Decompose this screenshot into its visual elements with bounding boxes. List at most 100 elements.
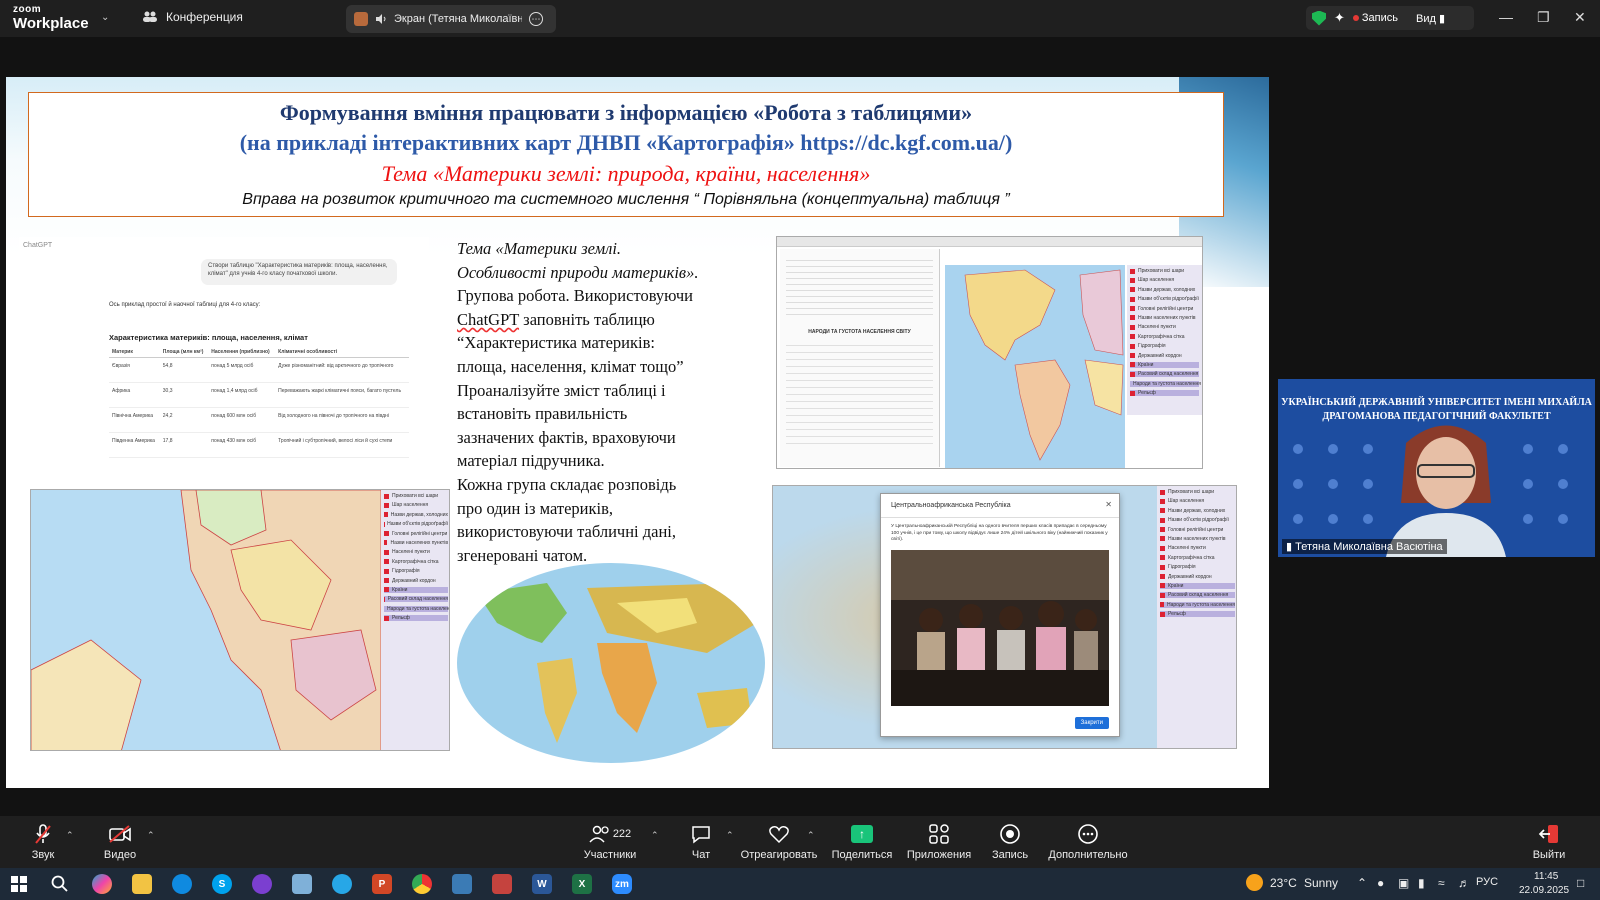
- microphone-icon[interactable]: ●: [1377, 876, 1384, 890]
- skype-icon[interactable]: S: [212, 874, 232, 894]
- battery-icon[interactable]: ▮: [1418, 876, 1425, 890]
- file-explorer-icon[interactable]: [132, 874, 152, 894]
- telegram-icon[interactable]: [332, 874, 352, 894]
- legend-item[interactable]: Картографічна сітка: [1130, 334, 1199, 340]
- view-button[interactable]: Вид ▮: [1416, 12, 1445, 25]
- weather-temperature[interactable]: 23°C: [1270, 876, 1297, 890]
- legend-item[interactable]: Картографічна сітка: [1160, 555, 1235, 561]
- record-status[interactable]: Запись: [1352, 12, 1398, 24]
- powerpoint-icon[interactable]: P: [372, 874, 392, 894]
- legend-item[interactable]: Населені пункти: [384, 549, 448, 555]
- photos-icon[interactable]: [452, 874, 472, 894]
- viber-icon[interactable]: [252, 874, 272, 894]
- legend-item[interactable]: Державний кордон: [1160, 574, 1235, 580]
- legend-item[interactable]: Назви об'єктів рідроґрафії: [1160, 517, 1235, 523]
- clock-time[interactable]: 11:45: [1534, 871, 1558, 882]
- legend-item[interactable]: Назви об'єктів рідроґрафії: [384, 521, 448, 527]
- task-line: зазначених фактів, враховуючи: [457, 427, 676, 447]
- wifi-icon[interactable]: ≈: [1438, 876, 1445, 890]
- notifications-icon[interactable]: □: [1577, 876, 1584, 890]
- legend-item[interactable]: Расовий склад населення: [1130, 371, 1199, 378]
- legend-item[interactable]: Гідрографія: [1160, 564, 1235, 570]
- excel-icon[interactable]: X: [572, 874, 592, 894]
- legend-item[interactable]: Назви держав, холодних: [384, 512, 448, 518]
- leave-button[interactable]: Выйти: [1509, 822, 1589, 861]
- camera-off-icon: [109, 825, 131, 843]
- table-cell: Від холодного на півночі до тропічного н…: [275, 407, 409, 433]
- conference-tab[interactable]: Конференция: [142, 10, 243, 24]
- app-grid-icon[interactable]: [492, 874, 512, 894]
- video-options-caret[interactable]: ⌃: [147, 830, 155, 841]
- more-button[interactable]: Дополнительно: [1040, 822, 1136, 861]
- presentation-slide: Формування вміння працювати з інформаціє…: [6, 77, 1269, 788]
- edge-icon[interactable]: [172, 874, 192, 894]
- react-button[interactable]: Отреагировать: [731, 822, 827, 861]
- screen-share-tab[interactable]: Экран (Тетяна Миколаївна В ⋯: [346, 5, 556, 33]
- legend-item[interactable]: Населені пункти: [1160, 545, 1235, 551]
- legend-item[interactable]: Шар населення: [1130, 277, 1199, 283]
- legend-item[interactable]: Назви держав, холодних: [1160, 508, 1235, 514]
- search-icon[interactable]: [51, 875, 69, 893]
- copilot-icon[interactable]: [92, 874, 112, 894]
- app-icon[interactable]: [292, 874, 312, 894]
- legend-item[interactable]: Населені пункти: [1130, 324, 1199, 330]
- legend-item[interactable]: Расовий склад населення: [1160, 592, 1235, 599]
- legend-item[interactable]: Картографічна сітка: [384, 559, 448, 565]
- legend-item[interactable]: Державний кордон: [1130, 353, 1199, 359]
- windows-start-icon[interactable]: [11, 876, 27, 892]
- restore-icon[interactable]: ❐: [1537, 9, 1550, 26]
- more-icon[interactable]: ⋯: [529, 12, 543, 26]
- participant-video-tile[interactable]: УКРАЇНСЬКИЙ ДЕРЖАВНИЙ УНІВЕРСИТЕТ ІМЕНІ …: [1278, 379, 1595, 557]
- chevron-up-icon[interactable]: ⌃: [1357, 876, 1367, 890]
- legend-item[interactable]: Гідрографія: [1130, 343, 1199, 349]
- legend-item[interactable]: Країни: [1130, 361, 1199, 368]
- legend-item[interactable]: Головні релігійні центри: [1130, 306, 1199, 312]
- task-line: Групова робота. Використовуючи: [457, 286, 694, 306]
- legend-item[interactable]: Назви населених пунктів: [384, 540, 448, 546]
- legend-item[interactable]: Рельєф: [1160, 611, 1235, 618]
- weather-text[interactable]: Sunny: [1304, 876, 1338, 890]
- dialog-close-button[interactable]: Закрити: [1074, 717, 1109, 729]
- volume-icon[interactable]: ♬: [1458, 876, 1470, 890]
- chevron-down-icon[interactable]: ⌄: [101, 12, 109, 23]
- chrome-icon[interactable]: [412, 874, 432, 894]
- close-icon[interactable]: ✕: [1105, 500, 1112, 509]
- legend-item[interactable]: Державний кордон: [384, 578, 448, 584]
- legend-item[interactable]: Приховати всі шари: [384, 493, 448, 499]
- participants-button[interactable]: 222 Участники: [562, 822, 658, 861]
- legend-item[interactable]: Назви об'єктів рідроґрафії: [1130, 296, 1199, 302]
- legend-item[interactable]: Назви держав, холодних: [1130, 287, 1199, 293]
- input-language[interactable]: РУС: [1476, 876, 1498, 888]
- legend-item[interactable]: Країни: [1160, 582, 1235, 589]
- legend-item[interactable]: Народи та густота населення: [384, 605, 449, 612]
- legend-label: Країни: [1168, 582, 1184, 589]
- legend-item[interactable]: Народи та густота населення: [1160, 601, 1235, 608]
- legend-item[interactable]: Головні релігійні центри: [1160, 527, 1235, 533]
- legend-item[interactable]: Расовий склад населення: [384, 596, 448, 603]
- legend-item[interactable]: Гідрографія: [384, 568, 448, 574]
- shield-icon[interactable]: [1312, 10, 1326, 26]
- task-line: площа, населення, клімат тощо”: [457, 356, 684, 376]
- legend-item[interactable]: Назви населених пунктів: [1160, 536, 1235, 542]
- word-icon[interactable]: W: [532, 874, 552, 894]
- legend-item[interactable]: Країни: [384, 586, 448, 593]
- doc-lines: [786, 339, 933, 449]
- legend-item[interactable]: Головні релігійні центри: [384, 531, 448, 537]
- legend-item[interactable]: Шар населення: [384, 502, 448, 508]
- close-icon[interactable]: ✕: [1574, 9, 1586, 26]
- video-button[interactable]: Видео: [72, 822, 168, 861]
- display-icon[interactable]: ▣: [1398, 876, 1409, 890]
- legend-item[interactable]: Рельєф: [1130, 390, 1199, 397]
- zoom-taskbar-icon[interactable]: zm: [612, 874, 632, 894]
- legend-item[interactable]: Рельєф: [384, 615, 448, 622]
- brand-small: zoom: [13, 4, 42, 15]
- legend-item[interactable]: Народи та густота населення: [1130, 380, 1201, 387]
- legend-item[interactable]: Назви населених пунктів: [1130, 315, 1199, 321]
- participants-icon: [589, 825, 609, 843]
- minimize-icon[interactable]: —: [1499, 9, 1513, 25]
- legend-item[interactable]: Приховати всі шари: [1130, 268, 1199, 274]
- legend-item[interactable]: Приховати всі шари: [1160, 489, 1235, 495]
- legend-item[interactable]: Шар населення: [1160, 498, 1235, 504]
- clock-date[interactable]: 22.09.2025: [1519, 885, 1569, 896]
- sparkle-icon[interactable]: ✦: [1334, 10, 1345, 26]
